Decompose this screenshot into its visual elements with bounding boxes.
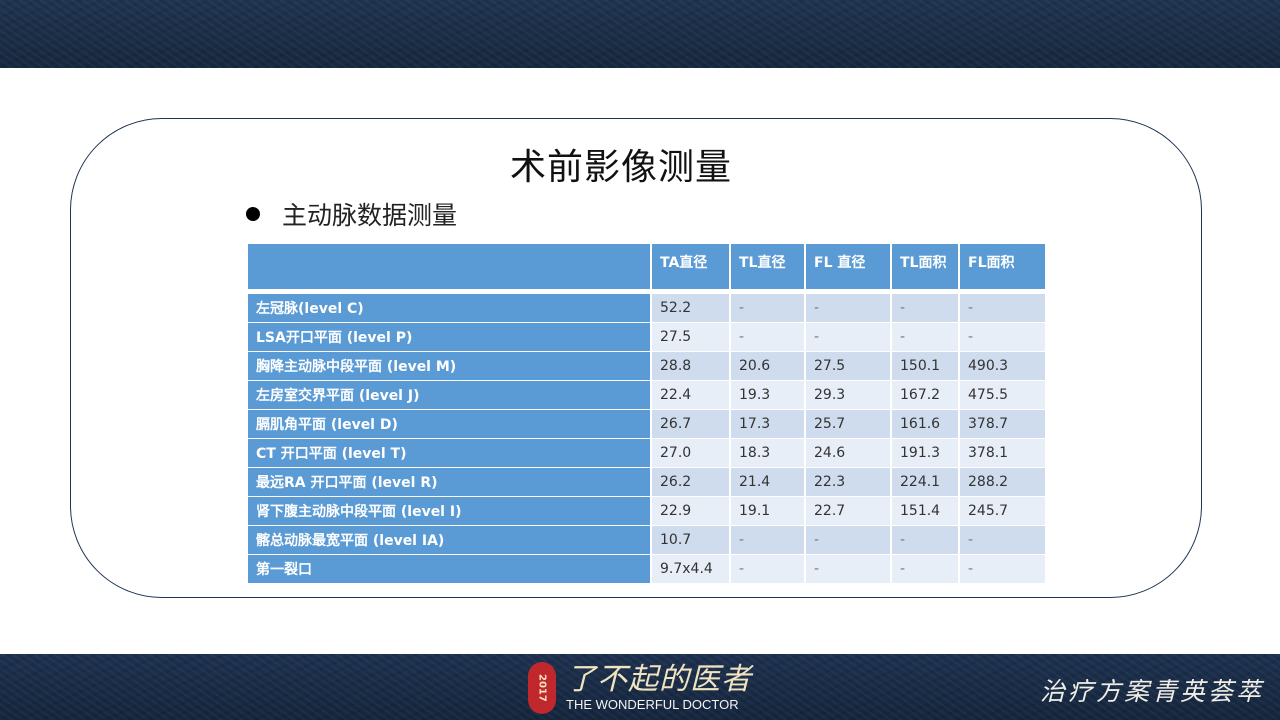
table-cell: 29.3	[806, 381, 890, 409]
table-cell: 27.0	[652, 439, 729, 467]
table-row: 左冠脉(level C) 52.2- - - -	[248, 294, 1045, 322]
table-cell: 475.5	[960, 381, 1045, 409]
table-cell: 378.7	[960, 410, 1045, 438]
row-label: 膈肌角平面 (level D)	[248, 410, 650, 438]
row-label: 左房室交界平面 (level J)	[248, 381, 650, 409]
table-cell: 22.7	[806, 497, 890, 525]
table-cell: -	[806, 294, 890, 322]
table-cell: 24.6	[806, 439, 890, 467]
table-cell: 490.3	[960, 352, 1045, 380]
row-label: LSA开口平面 (level P)	[248, 323, 650, 351]
table-cell: -	[731, 526, 804, 554]
brand-logo: 2017 了不起的医者 THE WONDERFUL DOCTOR	[528, 660, 752, 716]
table-cell: -	[806, 555, 890, 583]
table-cell: 167.2	[892, 381, 958, 409]
table-cell: 161.6	[892, 410, 958, 438]
bullet-dot-icon	[246, 207, 260, 221]
table-cell: -	[892, 555, 958, 583]
table-cell: 27.5	[652, 323, 729, 351]
slide-title: 术前影像测量	[509, 147, 732, 188]
table-row: 左房室交界平面 (level J) 22.4 19.3 29.3 167.2 475.5	[248, 381, 1045, 409]
table-row: LSA开口平面 (level P) 27.5- - - -	[248, 323, 1045, 351]
table-cell: 26.7	[652, 410, 729, 438]
table-cell: 151.4	[892, 497, 958, 525]
top-banner	[0, 0, 1280, 68]
table-cell: 26.2	[652, 468, 729, 496]
table-cell: 378.1	[960, 439, 1045, 467]
table-cell: -	[806, 526, 890, 554]
table-cell: 20.6	[731, 352, 804, 380]
table-cell: -	[960, 526, 1045, 554]
table-cell: 28.8	[652, 352, 729, 380]
table-cell: 10.7	[652, 526, 729, 554]
header-cell-empty	[248, 244, 650, 293]
header-cell-tl-area: TL面积	[892, 244, 958, 293]
table-cell: -	[960, 323, 1045, 351]
table-cell: 27.5	[806, 352, 890, 380]
row-label: 最远RA 开口平面 (level R)	[248, 468, 650, 496]
table-cell: 9.7x4.4	[652, 555, 729, 583]
table-cell: 52.2	[652, 294, 729, 322]
table-cell: -	[892, 323, 958, 351]
table-cell: 22.3	[806, 468, 890, 496]
table-cell: 191.3	[892, 439, 958, 467]
logo-chinese-text: 了不起的医者	[566, 662, 752, 697]
aorta-measurement-table: TA直径 TL直径 FL 直径 TL面积 FL面积 左冠脉(level C) 52…	[246, 243, 1047, 584]
table-cell: 25.7	[806, 410, 890, 438]
header-cell-ta-diameter: TA直径	[652, 244, 729, 293]
table-cell: -	[892, 294, 958, 322]
row-label: 髂总动脉最宽平面 (level IA)	[248, 526, 650, 554]
row-label: 第一裂口	[248, 555, 650, 583]
table-cell: -	[806, 323, 890, 351]
row-label: 肾下腹主动脉中段平面 (level I)	[248, 497, 650, 525]
table-cell: -	[960, 555, 1045, 583]
header-cell-tl-diameter: TL直径	[731, 244, 804, 293]
table-row: 膈肌角平面 (level D) 26.7 17.3 25.7 161.6 378.7	[248, 410, 1045, 438]
bullet-text: 主动脉数据测量	[282, 201, 458, 230]
table-cell: -	[892, 526, 958, 554]
row-label: 胸降主动脉中段平面 (level M)	[248, 352, 650, 380]
table-cell: 22.9	[652, 497, 729, 525]
table-cell: 19.3	[731, 381, 804, 409]
table-cell: 17.3	[731, 410, 804, 438]
table-cell: 21.4	[731, 468, 804, 496]
seal-icon: 2017	[528, 662, 556, 714]
header-cell-fl-area: FL面积	[960, 244, 1045, 293]
table-row: 胸降主动脉中段平面 (level M) 28.8 20.6 27.5 150.1 490.…	[248, 352, 1045, 380]
table-header-row: TA直径 TL直径 FL 直径 TL面积 FL面积	[248, 244, 1045, 293]
table-cell: 19.1	[731, 497, 804, 525]
table-cell: 245.7	[960, 497, 1045, 525]
row-label: CT 开口平面 (level T)	[248, 439, 650, 467]
table-row: 最远RA 开口平面 (level R) 26.2 21.4 22.3 224.1 288.…	[248, 468, 1045, 496]
table-cell: 18.3	[731, 439, 804, 467]
table-cell: -	[731, 294, 804, 322]
table-cell: 224.1	[892, 468, 958, 496]
table-row: 髂总动脉最宽平面 (level IA) 10.7- - - -	[248, 526, 1045, 554]
table-cell: 288.2	[960, 468, 1045, 496]
bullet-item: 主动脉数据测量	[246, 199, 458, 230]
logo-english-text: THE WONDERFUL DOCTOR	[566, 697, 739, 712]
table-row: 肾下腹主动脉中段平面 (level I) 22.9 19.1 22.7 151.4 245…	[248, 497, 1045, 525]
table-row: 第一裂口 9.7x4.4- - - -	[248, 555, 1045, 583]
table-cell: 150.1	[892, 352, 958, 380]
footer-slogan: 治疗方案青英荟萃	[1039, 677, 1264, 706]
table-cell: -	[731, 555, 804, 583]
table-row: CT 开口平面 (level T) 27.0 18.3 24.6 191.3 378.1	[248, 439, 1045, 467]
table-cell: 22.4	[652, 381, 729, 409]
table-cell: -	[960, 294, 1045, 322]
row-label: 左冠脉(level C)	[248, 294, 650, 322]
table-cell: -	[731, 323, 804, 351]
header-cell-fl-diameter: FL 直径	[806, 244, 890, 293]
